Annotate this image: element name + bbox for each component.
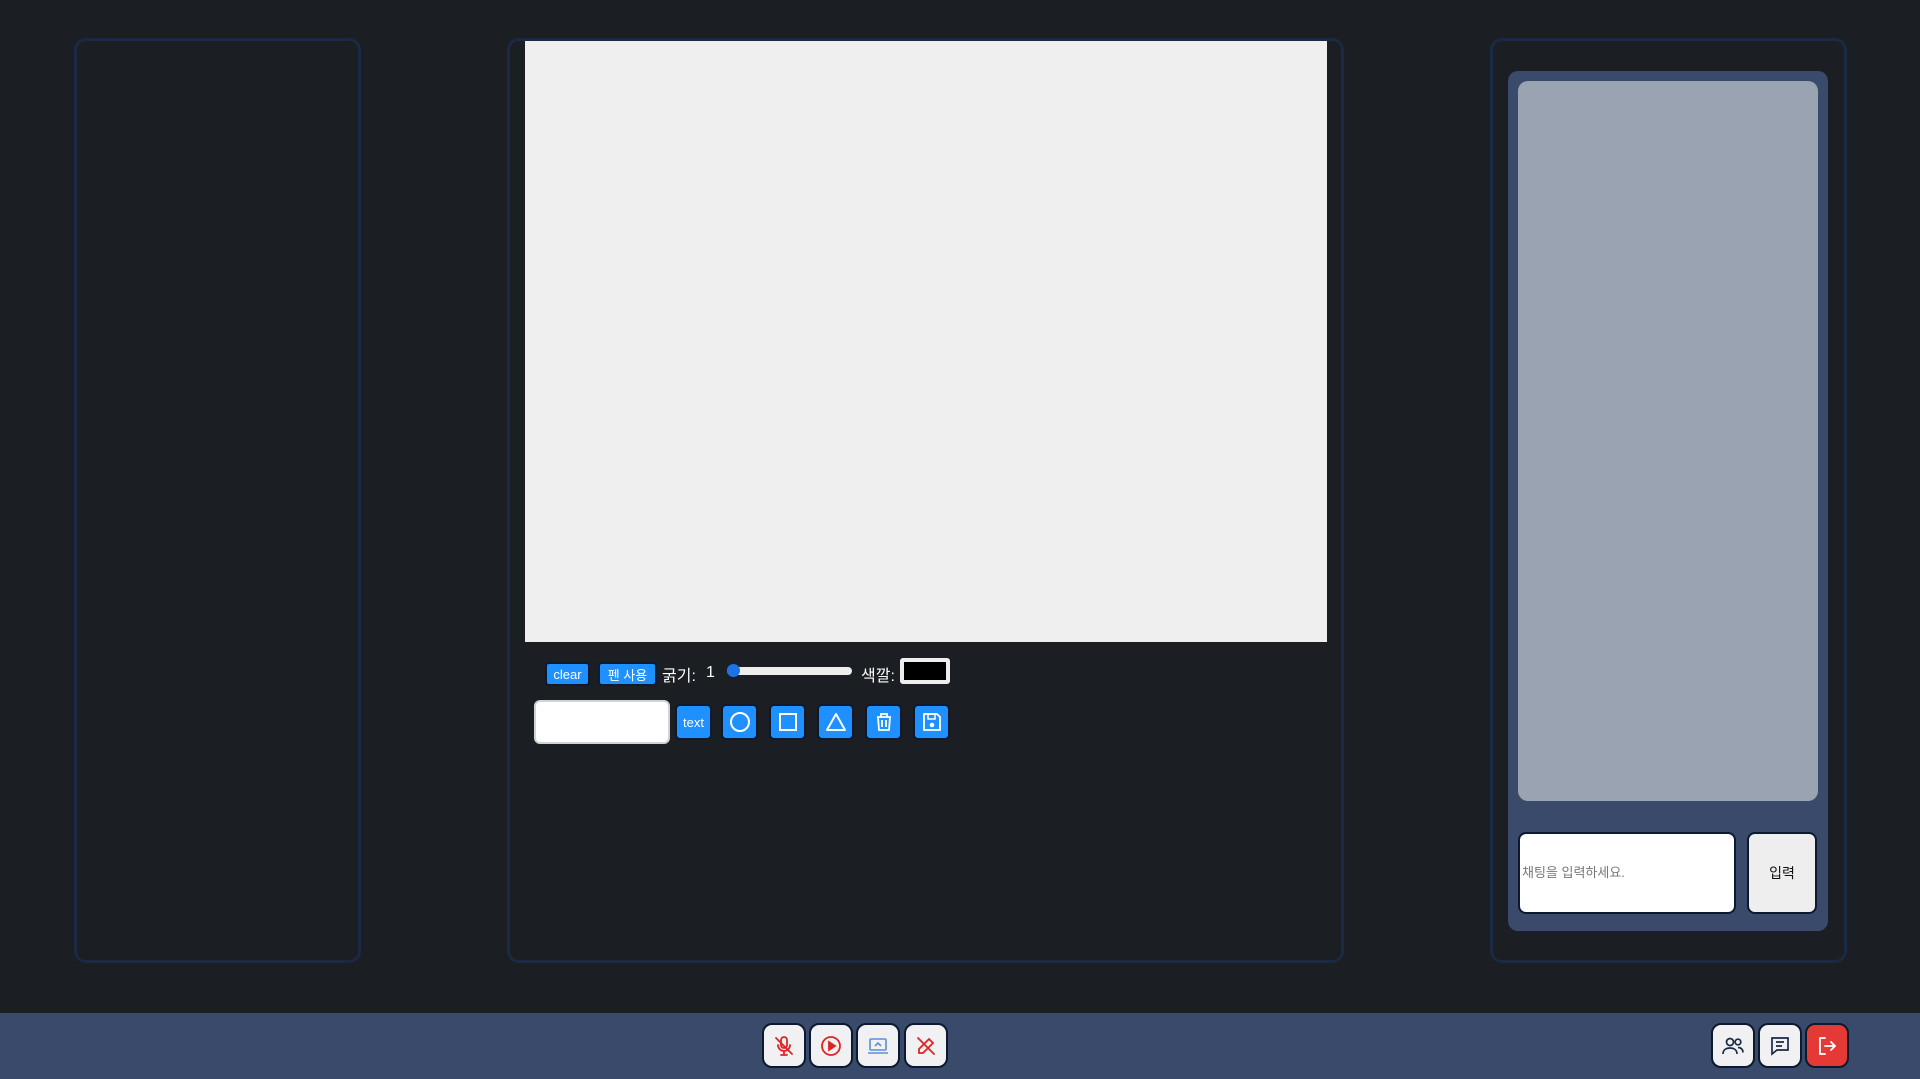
color-picker[interactable] [900, 658, 950, 684]
screen-share-button[interactable] [856, 1023, 900, 1068]
chat-messages [1518, 81, 1818, 801]
thickness-value: 1 [706, 664, 715, 681]
trash-icon [876, 713, 891, 731]
participants-button[interactable] [1711, 1023, 1755, 1068]
pen-toggle-button[interactable]: 펜 사용 [598, 662, 657, 686]
exit-icon [1819, 1036, 1837, 1055]
video-toggle-button[interactable] [809, 1023, 853, 1068]
text-button[interactable]: text [675, 704, 712, 740]
rectangle-tool-button[interactable] [769, 704, 806, 740]
clear-button[interactable]: clear [545, 662, 590, 686]
draw-toggle-button[interactable] [904, 1023, 948, 1068]
pen-off-icon [917, 1036, 935, 1055]
chat-toggle-button[interactable] [1758, 1023, 1802, 1068]
play-circle-icon [821, 1035, 841, 1056]
slider-knob[interactable] [727, 664, 740, 677]
save-button[interactable] [913, 704, 950, 740]
mic-off-icon [775, 1035, 793, 1056]
save-icon [922, 713, 941, 731]
bottom-bar [0, 1013, 1920, 1079]
color-label: 색깔: [861, 668, 895, 685]
circle-icon [729, 712, 750, 732]
square-icon [778, 713, 797, 731]
mic-toggle-button[interactable] [762, 1023, 806, 1068]
drawing-canvas[interactable] [525, 41, 1327, 642]
chat-icon [1771, 1036, 1789, 1056]
people-icon [1722, 1037, 1744, 1054]
chat-send-button[interactable]: 입력 [1747, 832, 1817, 914]
triangle-icon [825, 713, 846, 731]
circle-tool-button[interactable] [721, 704, 758, 740]
thickness-slider[interactable] [727, 664, 852, 677]
left-panel [74, 38, 361, 963]
chat-input[interactable]: 채팅을 입력하세요. [1518, 832, 1736, 914]
thickness-label: 굵기: [662, 668, 696, 685]
exit-button[interactable] [1805, 1023, 1849, 1068]
text-tool-input[interactable] [534, 700, 670, 744]
triangle-tool-button[interactable] [817, 704, 854, 740]
delete-button[interactable] [865, 704, 902, 740]
screen-share-icon [868, 1037, 888, 1054]
